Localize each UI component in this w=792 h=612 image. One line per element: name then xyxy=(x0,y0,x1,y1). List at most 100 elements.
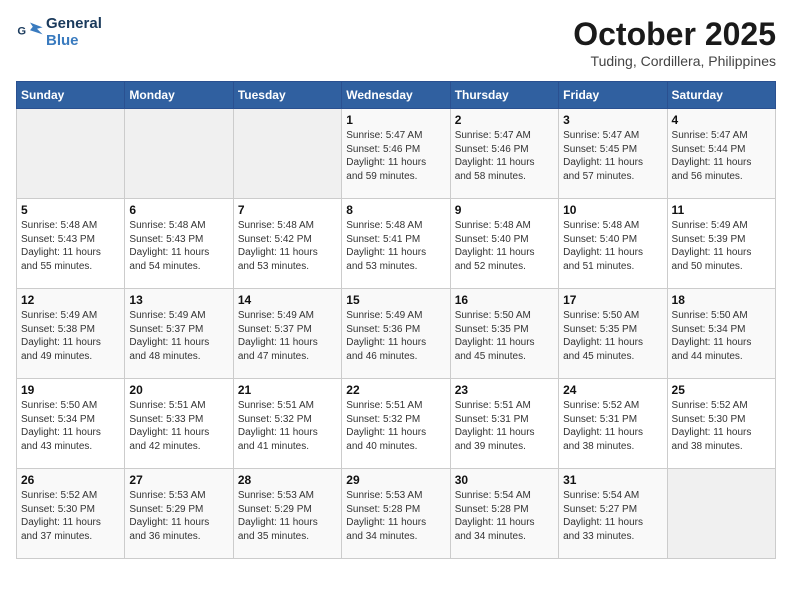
day-number: 24 xyxy=(563,383,662,397)
day-number: 27 xyxy=(129,473,228,487)
day-info: Sunrise: 5:48 AM Sunset: 5:41 PM Dayligh… xyxy=(346,219,445,273)
calendar-cell: 15 Sunrise: 5:49 AM Sunset: 5:36 PM Dayli… xyxy=(342,289,450,379)
location-subtitle: Tuding, Cordillera, Philippines xyxy=(573,53,776,69)
calendar-cell: 16 Sunrise: 5:50 AM Sunset: 5:35 PM Dayli… xyxy=(450,289,558,379)
weekday-header-monday: Monday xyxy=(125,82,233,109)
day-info: Sunrise: 5:51 AM Sunset: 5:31 PM Dayligh… xyxy=(455,399,554,453)
day-info: Sunrise: 5:53 AM Sunset: 5:29 PM Dayligh… xyxy=(238,489,337,543)
weekday-header-friday: Friday xyxy=(559,82,667,109)
page-header: G General Blue October 2025 Tuding, Cord… xyxy=(16,16,776,69)
day-info: Sunrise: 5:47 AM Sunset: 5:46 PM Dayligh… xyxy=(455,129,554,183)
logo-icon: G xyxy=(16,19,44,47)
day-info: Sunrise: 5:50 AM Sunset: 5:34 PM Dayligh… xyxy=(672,309,771,363)
logo-line1: General xyxy=(46,15,102,32)
calendar-cell: 1Sunrise: 5:47 AM Sunset: 5:46 PM Daylig… xyxy=(342,109,450,199)
title-block: October 2025 Tuding, Cordillera, Philipp… xyxy=(573,16,776,69)
day-info: Sunrise: 5:50 AM Sunset: 5:34 PM Dayligh… xyxy=(21,399,120,453)
day-info: Sunrise: 5:47 AM Sunset: 5:44 PM Dayligh… xyxy=(672,129,771,183)
month-title: October 2025 xyxy=(573,16,776,53)
day-info: Sunrise: 5:47 AM Sunset: 5:46 PM Dayligh… xyxy=(346,129,445,183)
calendar-table: SundayMondayTuesdayWednesdayThursdayFrid… xyxy=(16,81,776,559)
day-info: Sunrise: 5:50 AM Sunset: 5:35 PM Dayligh… xyxy=(563,309,662,363)
day-number: 15 xyxy=(346,293,445,307)
day-number: 5 xyxy=(21,203,120,217)
day-number: 18 xyxy=(672,293,771,307)
calendar-cell: 5Sunrise: 5:48 AM Sunset: 5:43 PM Daylig… xyxy=(17,199,125,289)
calendar-week-5: 26Sunrise: 5:52 AM Sunset: 5:30 PM Dayli… xyxy=(17,469,776,559)
weekday-header-thursday: Thursday xyxy=(450,82,558,109)
calendar-cell: 13 Sunrise: 5:49 AM Sunset: 5:37 PM Dayli… xyxy=(125,289,233,379)
day-number: 22 xyxy=(346,383,445,397)
calendar-cell: 11Sunrise: 5:49 AM Sunset: 5:39 PM Dayli… xyxy=(667,199,775,289)
day-info: Sunrise: 5:47 AM Sunset: 5:45 PM Dayligh… xyxy=(563,129,662,183)
calendar-week-4: 19 Sunrise: 5:50 AM Sunset: 5:34 PM Dayli… xyxy=(17,379,776,469)
day-number: 21 xyxy=(238,383,337,397)
calendar-cell: 30 Sunrise: 5:54 AM Sunset: 5:28 PM Dayli… xyxy=(450,469,558,559)
day-info: Sunrise: 5:49 AM Sunset: 5:37 PM Dayligh… xyxy=(238,309,337,363)
calendar-cell: 19 Sunrise: 5:50 AM Sunset: 5:34 PM Dayli… xyxy=(17,379,125,469)
day-info: Sunrise: 5:51 AM Sunset: 5:32 PM Dayligh… xyxy=(346,399,445,453)
calendar-cell: 25Sunrise: 5:52 AM Sunset: 5:30 PM Dayli… xyxy=(667,379,775,469)
day-info: Sunrise: 5:49 AM Sunset: 5:36 PM Dayligh… xyxy=(346,309,445,363)
day-info: Sunrise: 5:50 AM Sunset: 5:35 PM Dayligh… xyxy=(455,309,554,363)
calendar-cell: 4 Sunrise: 5:47 AM Sunset: 5:44 PM Daylig… xyxy=(667,109,775,199)
day-info: Sunrise: 5:48 AM Sunset: 5:43 PM Dayligh… xyxy=(129,219,228,273)
day-info: Sunrise: 5:53 AM Sunset: 5:29 PM Dayligh… xyxy=(129,489,228,543)
day-info: Sunrise: 5:52 AM Sunset: 5:31 PM Dayligh… xyxy=(563,399,662,453)
svg-text:G: G xyxy=(17,25,26,37)
day-info: Sunrise: 5:54 AM Sunset: 5:28 PM Dayligh… xyxy=(455,489,554,543)
calendar-week-3: 12 Sunrise: 5:49 AM Sunset: 5:38 PM Dayli… xyxy=(17,289,776,379)
logo: G General Blue xyxy=(16,16,102,49)
day-number: 30 xyxy=(455,473,554,487)
day-info: Sunrise: 5:52 AM Sunset: 5:30 PM Dayligh… xyxy=(21,489,120,543)
day-info: Sunrise: 5:48 AM Sunset: 5:40 PM Dayligh… xyxy=(455,219,554,273)
calendar-cell: 31Sunrise: 5:54 AM Sunset: 5:27 PM Dayli… xyxy=(559,469,667,559)
day-number: 12 xyxy=(21,293,120,307)
day-number: 31 xyxy=(563,473,662,487)
calendar-cell: 8 Sunrise: 5:48 AM Sunset: 5:41 PM Daylig… xyxy=(342,199,450,289)
day-number: 3 xyxy=(563,113,662,127)
day-number: 14 xyxy=(238,293,337,307)
day-info: Sunrise: 5:49 AM Sunset: 5:37 PM Dayligh… xyxy=(129,309,228,363)
weekday-header-sunday: Sunday xyxy=(17,82,125,109)
day-number: 2 xyxy=(455,113,554,127)
calendar-cell: 24 Sunrise: 5:52 AM Sunset: 5:31 PM Dayli… xyxy=(559,379,667,469)
weekday-header-saturday: Saturday xyxy=(667,82,775,109)
calendar-cell: 29Sunrise: 5:53 AM Sunset: 5:28 PM Dayli… xyxy=(342,469,450,559)
day-number: 23 xyxy=(455,383,554,397)
day-info: Sunrise: 5:51 AM Sunset: 5:33 PM Dayligh… xyxy=(129,399,228,453)
calendar-cell: 18 Sunrise: 5:50 AM Sunset: 5:34 PM Dayli… xyxy=(667,289,775,379)
calendar-header: SundayMondayTuesdayWednesdayThursdayFrid… xyxy=(17,82,776,109)
calendar-cell: 10Sunrise: 5:48 AM Sunset: 5:40 PM Dayli… xyxy=(559,199,667,289)
weekday-header-tuesday: Tuesday xyxy=(233,82,341,109)
calendar-cell: 17Sunrise: 5:50 AM Sunset: 5:35 PM Dayli… xyxy=(559,289,667,379)
calendar-cell: 3 Sunrise: 5:47 AM Sunset: 5:45 PM Daylig… xyxy=(559,109,667,199)
day-number: 6 xyxy=(129,203,228,217)
weekday-header-row: SundayMondayTuesdayWednesdayThursdayFrid… xyxy=(17,82,776,109)
calendar-cell xyxy=(17,109,125,199)
day-number: 20 xyxy=(129,383,228,397)
calendar-cell: 12 Sunrise: 5:49 AM Sunset: 5:38 PM Dayli… xyxy=(17,289,125,379)
day-info: Sunrise: 5:49 AM Sunset: 5:38 PM Dayligh… xyxy=(21,309,120,363)
day-number: 19 xyxy=(21,383,120,397)
day-number: 8 xyxy=(346,203,445,217)
day-number: 16 xyxy=(455,293,554,307)
day-info: Sunrise: 5:53 AM Sunset: 5:28 PM Dayligh… xyxy=(346,489,445,543)
day-info: Sunrise: 5:51 AM Sunset: 5:32 PM Dayligh… xyxy=(238,399,337,453)
day-number: 25 xyxy=(672,383,771,397)
logo-line2: Blue xyxy=(46,32,79,49)
calendar-cell: 26Sunrise: 5:52 AM Sunset: 5:30 PM Dayli… xyxy=(17,469,125,559)
calendar-cell: 22 Sunrise: 5:51 AM Sunset: 5:32 PM Dayli… xyxy=(342,379,450,469)
calendar-cell: 27 Sunrise: 5:53 AM Sunset: 5:29 PM Dayli… xyxy=(125,469,233,559)
day-number: 4 xyxy=(672,113,771,127)
calendar-week-1: 1Sunrise: 5:47 AM Sunset: 5:46 PM Daylig… xyxy=(17,109,776,199)
day-number: 10 xyxy=(563,203,662,217)
weekday-header-wednesday: Wednesday xyxy=(342,82,450,109)
calendar-cell xyxy=(125,109,233,199)
day-number: 13 xyxy=(129,293,228,307)
calendar-cell: 20 Sunrise: 5:51 AM Sunset: 5:33 PM Dayli… xyxy=(125,379,233,469)
calendar-cell: 2 Sunrise: 5:47 AM Sunset: 5:46 PM Daylig… xyxy=(450,109,558,199)
day-info: Sunrise: 5:48 AM Sunset: 5:42 PM Dayligh… xyxy=(238,219,337,273)
logo-text: General Blue xyxy=(46,16,102,49)
calendar-cell: 6 Sunrise: 5:48 AM Sunset: 5:43 PM Daylig… xyxy=(125,199,233,289)
